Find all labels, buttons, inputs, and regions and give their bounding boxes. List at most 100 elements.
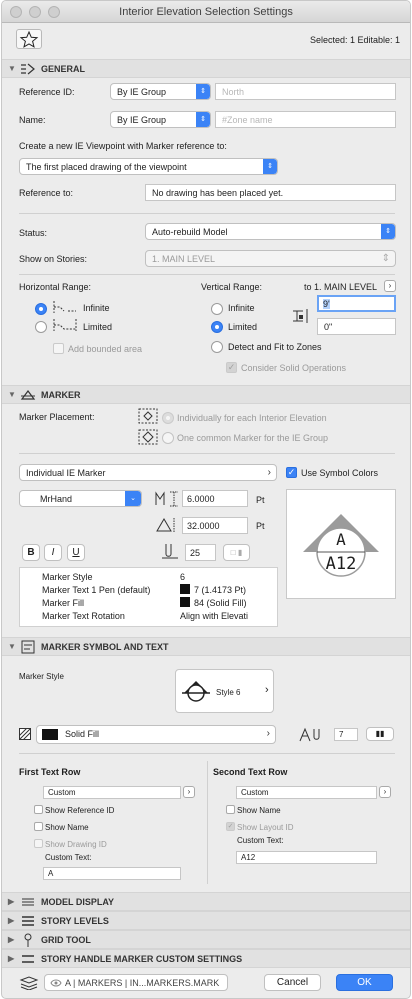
show-drawing-id-label: Show Drawing ID: [45, 840, 107, 849]
grid-tool-icon: [24, 933, 32, 947]
divider: [19, 753, 395, 754]
vertical-range-label: Vertical Range:: [201, 282, 263, 292]
infinite-range-icon: [53, 301, 76, 313]
marker-style-selector[interactable]: Style 6 ›: [175, 669, 274, 713]
updown-arrows-icon: ⇕: [196, 84, 210, 99]
show-name-label: Show Name: [45, 823, 89, 832]
section-grid-tool-header[interactable]: ▶ GRID TOOL: [2, 930, 410, 949]
individual-marker-icon: [138, 408, 158, 424]
first-row-arrow-button[interactable]: ›: [183, 786, 195, 798]
vertical-bottom-input[interactable]: 0": [317, 318, 396, 335]
divider: [207, 761, 208, 884]
expand-triangle-icon: ▶: [8, 916, 15, 925]
show-reference-id-checkbox[interactable]: [34, 805, 43, 814]
show-layout-id-checkbox[interactable]: ✓: [226, 822, 235, 831]
collapse-triangle-icon: ▼: [8, 64, 16, 73]
fill-swatch: [42, 729, 58, 740]
prop-name: Marker Text Rotation: [42, 611, 125, 621]
add-bounded-area-label: Add bounded area: [68, 344, 143, 354]
selection-count: Selected: 1 Editable: 1: [309, 35, 400, 45]
consider-solid-label: Consider Solid Operations: [241, 363, 347, 373]
preview-letter: A: [336, 530, 346, 549]
pen-selector-button[interactable]: □ ▮: [223, 544, 250, 561]
status-label: Status:: [19, 228, 48, 238]
prop-name: Marker Text 1 Pen (default): [42, 585, 151, 595]
section-general-header[interactable]: ▼ GENERAL: [2, 59, 410, 78]
title-bar: Interior Elevation Selection Settings: [2, 1, 410, 23]
v-limited-label: Limited: [228, 322, 258, 332]
fill-pen-input[interactable]: 7: [334, 728, 358, 741]
status-select[interactable]: Auto-rebuild Model ⇕: [145, 223, 396, 240]
width-factor-input[interactable]: 25: [185, 544, 216, 561]
vertical-top-input[interactable]: 9': [317, 295, 396, 312]
name-select[interactable]: By IE Group ⇕: [110, 111, 211, 128]
second-custom-text-input[interactable]: A12: [236, 851, 377, 864]
prop-value[interactable]: Align with Elevati: [180, 611, 248, 621]
v-limited-radio[interactable]: [211, 321, 223, 333]
show-reference-id-label: Show Reference ID: [45, 806, 115, 815]
fill-pen-icon: [299, 727, 320, 742]
reference-id-input[interactable]: North: [215, 83, 396, 100]
favorites-star-button[interactable]: [16, 29, 42, 49]
h-limited-label: Limited: [83, 322, 113, 332]
pen-swatch: [180, 584, 190, 594]
cancel-button[interactable]: Cancel: [264, 974, 321, 991]
divider: [19, 453, 395, 454]
prop-name: Marker Fill: [42, 598, 84, 608]
detect-fit-radio[interactable]: [211, 341, 223, 353]
expand-triangle-icon: ▶: [8, 935, 15, 944]
settings-dialog: Interior Elevation Selection Settings Se…: [1, 0, 411, 999]
marker-size-unit: Pt: [256, 521, 265, 531]
layers-icon: [19, 976, 39, 990]
stories-select[interactable]: 1. MAIN LEVEL ⇕: [145, 250, 396, 267]
bold-button[interactable]: B: [22, 544, 40, 561]
italic-button[interactable]: I: [44, 544, 62, 561]
marker-style-label: Marker Style: [19, 672, 64, 681]
v-infinite-label: Infinite: [228, 303, 255, 313]
v-infinite-radio[interactable]: [211, 303, 223, 315]
underline-button[interactable]: U: [67, 544, 85, 561]
section-marker-header[interactable]: ▼ MARKER: [2, 385, 410, 404]
use-symbol-colors-checkbox[interactable]: ✓: [286, 467, 297, 478]
font-select[interactable]: MrHand ⌄: [19, 490, 142, 507]
show-name-checkbox[interactable]: [34, 822, 43, 831]
prop-value[interactable]: 84 (Solid Fill): [194, 598, 247, 608]
second-row-type-field[interactable]: Custom: [236, 786, 377, 799]
divider: [19, 274, 395, 275]
consider-solid-checkbox[interactable]: ✓: [226, 362, 237, 373]
placement-individual-radio[interactable]: [162, 412, 174, 424]
second-row-arrow-button[interactable]: ›: [379, 786, 391, 798]
ok-button[interactable]: OK: [336, 974, 393, 991]
eye-icon: [50, 979, 62, 987]
section-story-handle-header[interactable]: ▶ STORY HANDLE MARKER CUSTOM SETTINGS: [2, 949, 410, 968]
limited-range-icon: [53, 319, 77, 331]
name-input[interactable]: #Zone name: [215, 111, 396, 128]
viewpoint-reference-select[interactable]: The first placed drawing of the viewpoin…: [19, 158, 278, 175]
section-model-display-header[interactable]: ▶ MODEL DISPLAY: [2, 892, 410, 911]
layer-select[interactable]: A | MARKERS | IN...MARKERS.MARK: [44, 974, 228, 991]
fill-type-select[interactable]: Solid Fill ›: [36, 725, 276, 744]
h-infinite-label: Infinite: [83, 303, 110, 313]
prop-value[interactable]: 7 (1.4173 Pt): [194, 585, 246, 595]
show-name-checkbox[interactable]: [226, 805, 235, 814]
first-row-type-field[interactable]: Custom: [43, 786, 181, 799]
show-drawing-id-checkbox[interactable]: [34, 839, 43, 848]
custom-text-label: Custom Text:: [45, 853, 92, 862]
first-custom-text-input[interactable]: A: [43, 867, 181, 880]
text-size-input[interactable]: 6.0000: [182, 490, 248, 507]
to-level-arrow-button[interactable]: ›: [384, 280, 396, 292]
section-marker-symbol-header[interactable]: ▼ MARKER SYMBOL AND TEXT: [2, 637, 410, 656]
marker-type-select[interactable]: Individual IE Marker ›: [19, 464, 277, 481]
prop-name: Marker Style: [42, 572, 93, 582]
h-infinite-radio[interactable]: [35, 303, 47, 315]
marker-size-input[interactable]: 32.0000: [182, 517, 248, 534]
add-bounded-area-checkbox[interactable]: [53, 343, 64, 354]
reference-id-select[interactable]: By IE Group ⇕: [110, 83, 211, 100]
fill-background-button[interactable]: ▮▮: [366, 727, 394, 741]
placement-common-radio[interactable]: [162, 432, 174, 444]
show-on-stories-label: Show on Stories:: [19, 254, 88, 264]
updown-arrows-icon: ⇕: [196, 112, 210, 127]
prop-value[interactable]: 6: [180, 572, 185, 582]
section-story-levels-header[interactable]: ▶ STORY LEVELS: [2, 911, 410, 930]
h-limited-radio[interactable]: [35, 321, 47, 333]
